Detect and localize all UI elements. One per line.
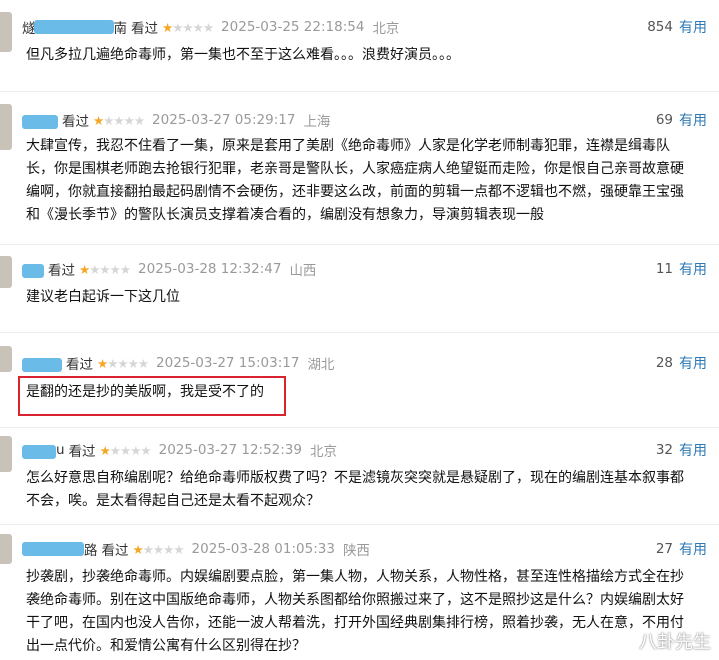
username-redaction xyxy=(22,542,84,556)
avatar[interactable] xyxy=(0,256,12,288)
comment-text: 大肆宣传，我忍不住看了一集，原来是套用了美剧《绝命毒师》人家是化学老师制毒犯罪，… xyxy=(26,138,684,223)
vote-count: 27 xyxy=(655,541,673,557)
rating-stars: ★★★★★ xyxy=(79,261,131,277)
comment-time: 2025-03-25 22:18:54 xyxy=(221,19,365,35)
username-redaction xyxy=(22,264,44,278)
vote-count: 28 xyxy=(655,355,673,371)
divider xyxy=(0,91,719,92)
vote-count: 854 xyxy=(647,19,673,35)
username[interactable]: 路 xyxy=(22,539,98,559)
comment-text: 建议老白起诉一下这几位 xyxy=(26,289,180,305)
comment-time: 2025-03-27 15:03:17 xyxy=(156,355,300,371)
comment-time: 2025-03-28 12:32:47 xyxy=(138,261,282,277)
rating-stars: ★★★★★ xyxy=(97,355,149,371)
useful-button[interactable]: 有用 xyxy=(679,353,707,373)
useful-button[interactable]: 有用 xyxy=(679,259,707,279)
watched-label: 看过 xyxy=(131,21,158,37)
watched-label: 看过 xyxy=(66,357,93,373)
vote-count: 32 xyxy=(655,442,673,458)
comment-time: 2025-03-27 12:52:39 xyxy=(158,442,302,458)
avatar[interactable] xyxy=(0,436,12,472)
rating-stars: ★★★★★ xyxy=(162,19,214,35)
useful-button[interactable]: 有用 xyxy=(679,539,707,559)
watched-label: 看过 xyxy=(62,114,89,130)
username[interactable] xyxy=(22,261,44,278)
avatar[interactable] xyxy=(0,534,12,564)
comment-location: 湖北 xyxy=(307,357,335,373)
username[interactable]: u xyxy=(22,442,65,459)
useful-button[interactable]: 有用 xyxy=(679,440,707,460)
username[interactable] xyxy=(22,355,62,372)
comment-text: 抄袭剧，抄袭绝命毒师。内娱编剧要点脸，第一集人物，人物关系，人物性格，甚至连性格… xyxy=(26,569,684,654)
username[interactable]: 燧南 xyxy=(22,17,127,37)
divider xyxy=(0,332,719,333)
divider xyxy=(0,427,719,428)
divider xyxy=(0,524,719,525)
comment-location: 陕西 xyxy=(342,543,370,559)
username-redaction xyxy=(22,445,56,459)
comment-text: 但凡多拉几遍绝命毒师，第一集也不至于这么难看。。。浪费好演员。。。 xyxy=(26,47,460,63)
username-redaction xyxy=(22,358,62,372)
watermark: 八卦先生 xyxy=(639,632,711,653)
comment-location: 上海 xyxy=(303,114,331,130)
avatar[interactable] xyxy=(0,104,12,150)
comment-location: 北京 xyxy=(310,444,337,460)
rating-stars: ★★★★★ xyxy=(93,112,145,128)
watched-label: 看过 xyxy=(101,543,129,559)
comment-location: 北京 xyxy=(372,21,400,37)
divider xyxy=(0,244,719,245)
comment-time: 2025-03-27 05:29:17 xyxy=(152,112,296,128)
comment-location: 山西 xyxy=(289,263,317,279)
comment-time: 2025-03-28 01:05:33 xyxy=(191,541,335,557)
avatar[interactable] xyxy=(0,12,12,52)
vote-count: 69 xyxy=(655,112,673,128)
watched-label: 看过 xyxy=(68,444,96,460)
comment-text: 怎么好意思自称编剧呢？给绝命毒师版权费了吗？不是滤镜灰突突就是悬疑剧了，现在的编… xyxy=(26,470,684,509)
username-redaction xyxy=(22,115,58,129)
rating-stars: ★★★★★ xyxy=(99,442,152,458)
highlight-box xyxy=(18,376,286,416)
useful-button[interactable]: 有用 xyxy=(679,110,707,130)
username[interactable] xyxy=(22,112,58,129)
avatar[interactable] xyxy=(0,346,12,372)
vote-count: 11 xyxy=(655,261,673,277)
username-redaction xyxy=(34,20,114,34)
watched-label: 看过 xyxy=(48,263,75,279)
useful-button[interactable]: 有用 xyxy=(679,17,707,37)
rating-stars: ★★★★★ xyxy=(132,541,185,557)
